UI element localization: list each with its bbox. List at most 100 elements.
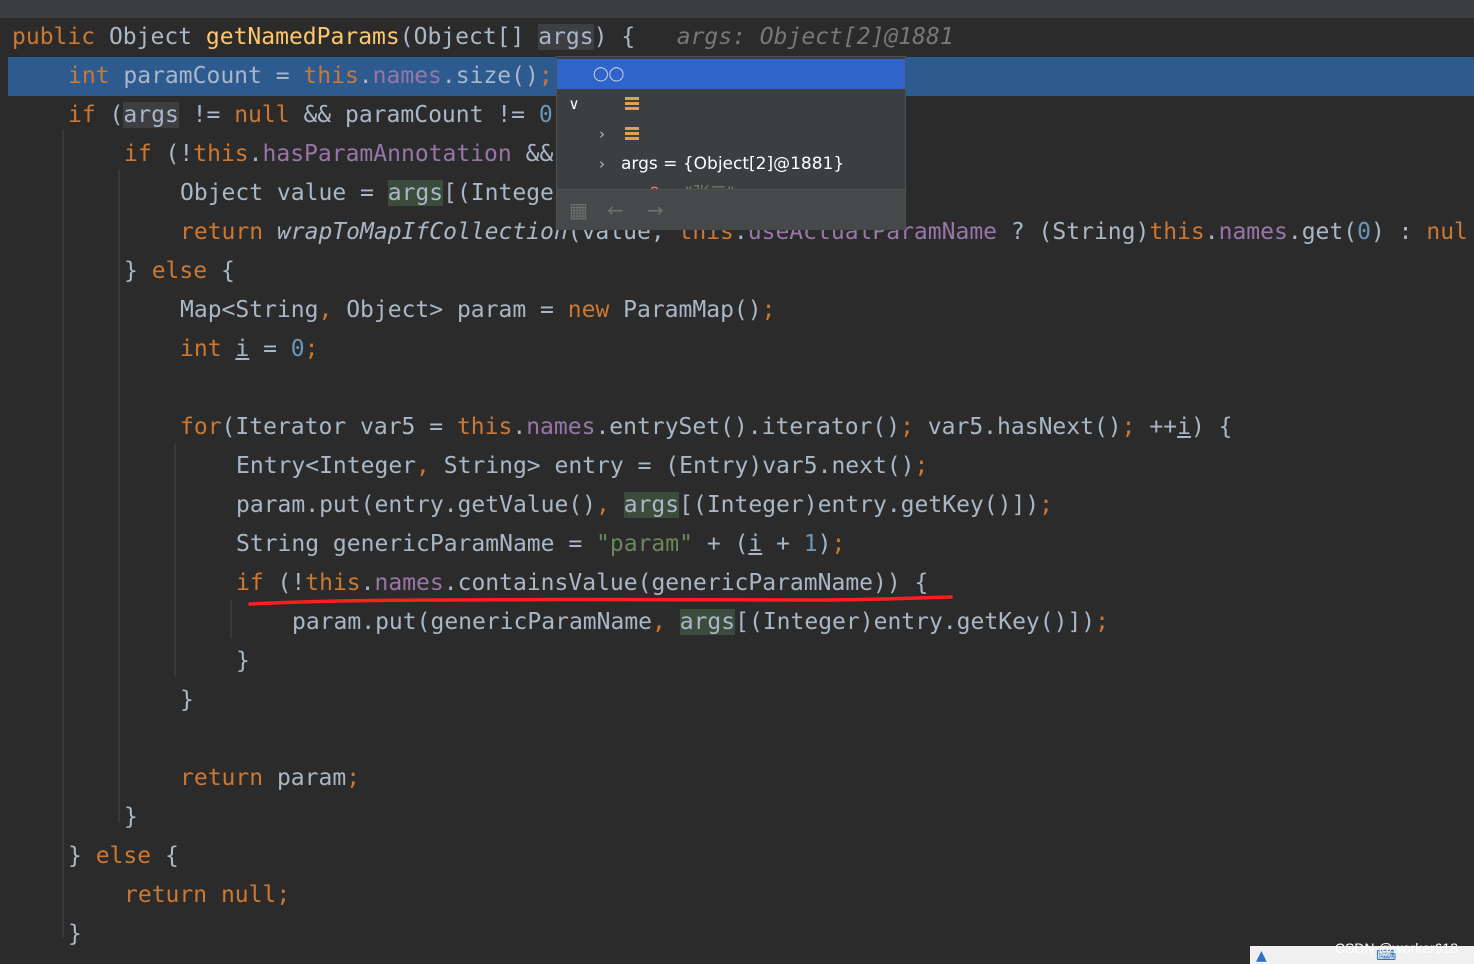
token: return [124, 882, 221, 908]
token: param [276, 765, 347, 791]
token: ( [109, 102, 124, 128]
token: i [235, 336, 250, 362]
token: } [68, 921, 82, 947]
code-line[interactable]: int i = 0; [0, 330, 1474, 369]
token: args [623, 492, 680, 518]
token: . [512, 414, 527, 440]
token: ) { [1190, 414, 1233, 440]
arrow-right-icon[interactable]: → [647, 198, 664, 222]
token: nul [1426, 219, 1468, 245]
code-line[interactable]: } [0, 642, 1474, 681]
code-line[interactable]: param.put(entry.getValue(), args[(Intege… [0, 486, 1474, 525]
code-line[interactable]: String genericParamName = "param" + (i +… [0, 525, 1474, 564]
token: hasParamAnnotation [262, 141, 512, 167]
token: ; [831, 531, 846, 557]
token: { [220, 258, 235, 284]
token: for [180, 414, 222, 440]
token: String genericParamName = [236, 531, 597, 557]
token: .size() [441, 63, 539, 89]
token: Object> param = [346, 297, 568, 323]
chevron-right-icon[interactable]: › [595, 149, 609, 179]
token: (Iterator var5 = [221, 414, 457, 440]
token: } [180, 687, 194, 713]
token: { [164, 843, 179, 869]
token: = [249, 336, 291, 362]
popup-row-item[interactable]: › 0 = "张三" [557, 89, 905, 204]
token: } [124, 258, 152, 284]
token: .containsValue(genericParamName)) { [443, 570, 929, 596]
token: [(Integer)entry.getKey()]) [735, 609, 1096, 635]
token: , [416, 453, 444, 479]
token: } [68, 843, 96, 869]
token: ; [900, 414, 928, 440]
token: String> entry = (Entry)var5.next() [443, 453, 915, 479]
token: ; [276, 882, 291, 908]
code-line[interactable]: for(Iterator var5 = this.names.entrySet(… [0, 408, 1474, 447]
token: } [124, 804, 138, 830]
token: return [180, 219, 277, 245]
debug-value-popup[interactable]: ∨ ◯◯ args = {Object[2]@1881} › 0 = "张三" … [556, 56, 906, 234]
token: int [180, 336, 236, 362]
token: ++ [1149, 414, 1178, 440]
token: .entrySet().iterator() [595, 414, 901, 440]
token: . [360, 570, 375, 596]
popup-row-args[interactable]: ∨ ◯◯ args = {Object[2]@1881} [557, 59, 905, 174]
field-icon [625, 127, 639, 141]
code-line[interactable]: } [0, 681, 1474, 720]
token: new [567, 297, 624, 323]
watermark: CSDN @worker618 [1334, 940, 1458, 956]
token: names [526, 414, 596, 440]
token: ; [538, 63, 553, 89]
token: if [124, 141, 166, 167]
token: ; [304, 336, 319, 362]
token: ParamMap() [623, 297, 762, 323]
token: int [68, 63, 124, 89]
token: else [95, 843, 165, 869]
token: return [180, 765, 277, 791]
field-icon [625, 97, 639, 111]
token: this [305, 570, 361, 596]
token: .get( [1287, 219, 1358, 245]
token: public [12, 24, 109, 50]
popup-row-item[interactable]: › 1 = "123456" [557, 119, 905, 234]
code-line[interactable]: } [0, 798, 1474, 837]
token: ; [1095, 609, 1110, 635]
token: [(Integer)entry.getKey()]) [679, 492, 1040, 518]
arrow-left-icon[interactable]: ← [607, 198, 624, 222]
popup-var-value: {Object[2]@1881} [682, 154, 845, 174]
code-line-method-signature[interactable]: public Object getNamedParams(Object[] ar… [0, 18, 1474, 57]
token: args [679, 609, 736, 635]
tree-view-icon[interactable]: ▦ [569, 198, 588, 222]
token: ) { [593, 24, 636, 50]
ime-icon: ▲ [1256, 948, 1267, 964]
code-line[interactable]: Entry<Integer, String> entry = (Entry)va… [0, 447, 1474, 486]
token: Object [108, 24, 206, 50]
token: paramCount != [344, 102, 539, 128]
token: args [123, 102, 179, 128]
token: null [234, 102, 304, 128]
popup-var-name: args [621, 154, 658, 174]
code-line[interactable]: } else { [0, 252, 1474, 291]
token: param.put(genericParamName [292, 609, 653, 635]
token: i [1177, 414, 1191, 440]
code-line[interactable]: param.put(genericParamName, args[(Intege… [0, 603, 1474, 642]
code-line[interactable]: Map<String, Object> param = new ParamMap… [0, 291, 1474, 330]
token: . [248, 141, 263, 167]
token: , [652, 609, 680, 635]
code-line[interactable]: return null; [0, 876, 1474, 915]
token: ; [1039, 492, 1054, 518]
token: if [236, 570, 278, 596]
token: + [762, 531, 804, 557]
token: paramCount = [123, 63, 304, 89]
code-line[interactable]: return param; [0, 759, 1474, 798]
token: ? (String) [997, 219, 1150, 245]
token: 0 [290, 336, 305, 362]
red-underline-annotation [248, 595, 953, 606]
token: "param" [596, 531, 693, 557]
token: (! [165, 141, 194, 167]
code-line[interactable]: } else { [0, 837, 1474, 876]
token: + ( [692, 531, 749, 557]
token: [(Intege [443, 180, 554, 206]
token: ) : [1370, 219, 1427, 245]
token: (! [277, 570, 306, 596]
